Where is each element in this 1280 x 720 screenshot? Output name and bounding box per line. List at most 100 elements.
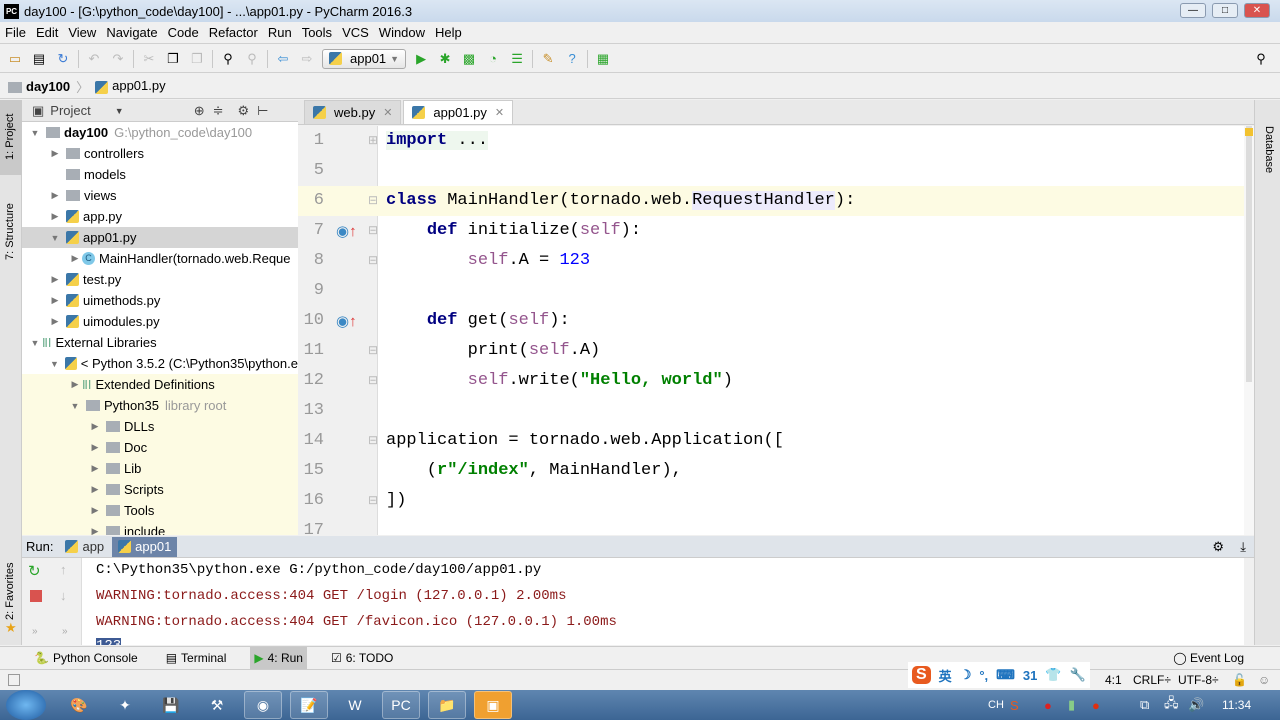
expanded-arrow-icon[interactable]: ▼ [28,338,42,348]
menu-view[interactable]: View [68,25,96,40]
code-editor[interactable]: import ... class MainHandler(tornado.web.… [378,126,1244,535]
fold-icon[interactable]: ⊟ [368,343,378,357]
tree-item[interactable]: ▼ day100 G:\python_code\day100 [22,122,298,143]
fold-icon[interactable]: ⊟ [368,193,378,207]
editor-scrollbar[interactable] [1244,126,1254,535]
settings-icon[interactable]: ✎ [539,50,557,68]
gear-icon[interactable]: ⚙ [238,103,250,119]
locate-icon[interactable]: ⊕ [194,103,205,119]
collapsed-arrow-icon[interactable]: ▶ [88,442,102,453]
taskbar-ppt-icon[interactable]: ▣ [474,691,512,719]
tree-item[interactable]: ▶ DLLs [22,416,298,437]
collapsed-arrow-icon[interactable]: ▶ [48,316,62,327]
fold-icon[interactable]: ⊞ [368,133,378,147]
project-view-select[interactable]: Project [50,103,90,118]
collapsed-arrow-icon[interactable]: ▶ [48,211,62,222]
tree-item[interactable]: ▶ ⅡⅠ Extended Definitions [22,374,298,395]
taskbar-notepad-icon[interactable]: 📝 [290,691,328,719]
ime-button[interactable]: 英 [939,666,952,685]
tray-language[interactable]: CH [988,699,1004,711]
close-tab-icon[interactable]: ✕ [383,106,392,119]
lock-icon[interactable]: 🔓 [1232,673,1247,687]
tree-item[interactable]: ▶ views [22,185,298,206]
concurrency-icon[interactable]: ☰ [508,50,526,68]
menu-tools[interactable]: Tools [302,25,332,40]
taskbar-tool-icon[interactable]: ⚒ [198,691,236,719]
menu-refactor[interactable]: Refactor [209,25,258,40]
tool-window-button[interactable]: ☑ 6: TODO [327,647,397,669]
menu-navigate[interactable]: Navigate [106,25,157,40]
collapsed-arrow-icon[interactable]: ▶ [88,484,102,495]
menu-file[interactable]: File [5,25,26,40]
coverage-icon[interactable]: ▩ [460,50,478,68]
tray-windows-icon[interactable]: ⧉ [1140,697,1149,713]
tray-sogou-icon[interactable]: S [1010,698,1019,713]
more-icon[interactable]: » [62,626,68,637]
tree-item[interactable]: ▶ uimodules.py [22,311,298,332]
favorites-tool-button[interactable]: 2: Favorites [4,563,16,620]
tray-record-icon[interactable]: ● [1092,698,1100,713]
copy-icon[interactable]: ❐ [164,50,182,68]
save-icon[interactable]: ▤ [30,50,48,68]
tree-item[interactable]: ▶ app.py [22,206,298,227]
redo-icon[interactable]: ↷ [109,50,127,68]
network-icon[interactable]: 🖧 [1164,694,1179,716]
menu-code[interactable]: Code [168,25,199,40]
taskbar-explorer-icon[interactable]: 📁 [428,691,466,719]
run-config-select[interactable]: app01 ▼ [322,48,407,69]
fold-icon[interactable]: ⊟ [368,433,378,447]
tree-item[interactable]: ▼ Python35 library root [22,395,298,416]
tree-item[interactable]: ▶ Tools [22,500,298,521]
sdk-icon[interactable]: ▦ [594,50,612,68]
expanded-arrow-icon[interactable]: ▼ [48,359,61,369]
event-log-button[interactable]: ◯ Event Log [1173,651,1244,665]
expanded-arrow-icon[interactable]: ▼ [48,233,62,243]
replace-icon[interactable]: ⚲ [243,50,261,68]
paste-icon[interactable]: ❐ [188,50,206,68]
cut-icon[interactable]: ✂ [140,50,158,68]
menu-window[interactable]: Window [379,25,425,40]
fold-icon[interactable]: ⊟ [368,493,378,507]
run-tab[interactable]: app01 [112,536,178,557]
run-console[interactable]: 123 C:\Python35\python.exe G:/python_cod… [82,558,1244,645]
profile-icon[interactable]: ◔ [484,50,502,68]
back-icon[interactable]: ⇦ [274,50,292,68]
forward-icon[interactable]: ⇨ [298,50,316,68]
ime-button[interactable]: ☽ [960,667,972,683]
undo-icon[interactable]: ↶ [85,50,103,68]
tree-item[interactable]: ▶ C MainHandler(tornado.web.Reque [22,248,298,269]
structure-tool-button[interactable]: 7: Structure [4,203,16,260]
tree-item[interactable]: ▶ Lib [22,458,298,479]
breadcrumb-project[interactable]: day100 [8,79,70,94]
close-tab-icon[interactable]: ✕ [495,106,504,119]
breadcrumb-file[interactable]: app01.py [95,78,166,94]
override-marker-icon[interactable]: ◉↑ [336,222,357,240]
fold-icon[interactable]: ⊟ [368,223,378,237]
up-icon[interactable]: ↑ [60,562,67,577]
tool-window-button[interactable]: 🐍 Python Console [30,647,142,669]
taskbar-app-icon[interactable]: ✦ [106,691,144,719]
menu-edit[interactable]: Edit [36,25,58,40]
line-separator[interactable]: CRLF÷ [1133,673,1171,687]
fold-icon[interactable]: ⊟ [368,253,378,267]
override-marker-icon[interactable]: ◉↑ [336,312,357,330]
file-encoding[interactable]: UTF-8÷ [1178,673,1219,687]
hide-icon[interactable]: ⤓ [1240,539,1246,555]
tree-item[interactable]: ▶ Scripts [22,479,298,500]
volume-icon[interactable]: 🔊 [1188,697,1204,713]
tree-item[interactable]: ▶ uimethods.py [22,290,298,311]
tool-window-button[interactable]: ▶ 4: Run [250,647,307,669]
search-everywhere-icon[interactable]: ⚲ [1252,50,1270,68]
stop-icon[interactable] [30,590,42,602]
minimize-button[interactable]: — [1180,3,1206,18]
clock[interactable]: 11:34 [1222,698,1251,712]
ime-button[interactable]: °, [979,668,988,683]
editor-tab[interactable]: web.py ✕ [304,100,402,124]
find-icon[interactable]: ⚲ [219,50,237,68]
start-button[interactable] [6,690,46,720]
taskbar-pycharm-icon[interactable]: PC [382,691,420,719]
taskbar-word-icon[interactable]: W [336,691,374,719]
sync-icon[interactable]: ↻ [54,50,72,68]
project-tool-button[interactable]: 1: Project [4,114,16,160]
expanded-arrow-icon[interactable]: ▼ [28,128,42,138]
